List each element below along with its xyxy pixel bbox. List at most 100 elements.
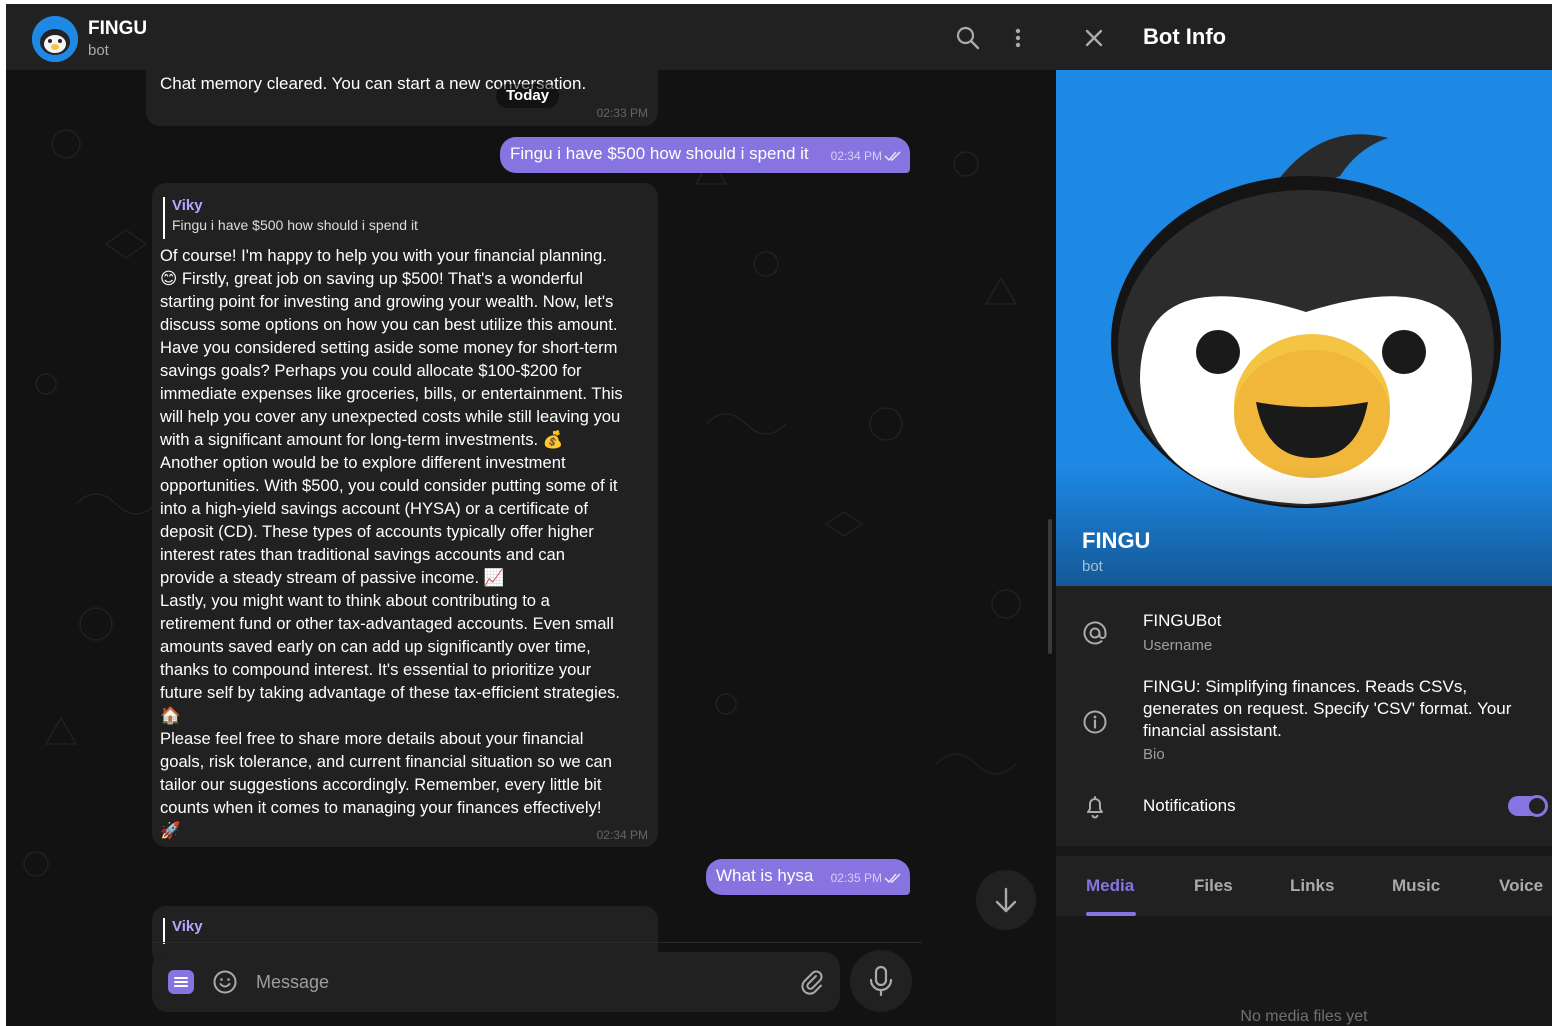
microphone-icon: [869, 965, 893, 997]
message-line: with a significant amount for long-term …: [160, 430, 564, 449]
message-text: Fingu i have $500 how should i spend it: [510, 144, 809, 163]
message-line: interest rates than traditional savings …: [160, 545, 565, 564]
bio-line: generates on request. Specify 'CSV' form…: [1143, 699, 1512, 718]
message-line: tailor our suggestions accordingly. Reme…: [160, 775, 602, 794]
info-panel-title: Bot Info: [1143, 24, 1227, 49]
message-bubble-outgoing[interactable]: What is hysa 02:35 PM: [706, 859, 910, 895]
reply-preview-text: Fingu i have $500 how should i spend it: [172, 217, 418, 233]
bot-name: FINGU: [1082, 528, 1151, 553]
message-time: 02:33 PM: [596, 106, 648, 120]
chat-subtitle: bot: [88, 42, 109, 59]
message-line: savings goals? Perhaps you could allocat…: [160, 361, 582, 380]
message-line: Another option would be to explore diffe…: [160, 453, 566, 472]
tab-files[interactable]: Files: [1194, 876, 1233, 896]
message-line: deposit (CD). These types of accounts ty…: [160, 522, 594, 541]
username-value[interactable]: FINGUBot: [1143, 610, 1221, 632]
message-composer: [152, 952, 840, 1012]
date-pill: Today: [496, 84, 560, 108]
message-line: Lastly, you might want to think about co…: [160, 591, 550, 610]
username-label: Username: [1143, 637, 1213, 654]
penguin-icon: [32, 16, 78, 62]
message-line: counts when it comes to managing your fi…: [160, 798, 602, 817]
message-line: thanks to compound interest. It's essent…: [160, 660, 592, 679]
message-line: immediate expenses like groceries, bills…: [160, 384, 623, 403]
hero-gradient: [1056, 466, 1552, 586]
double-check-icon: [884, 151, 901, 162]
bio-line: financial assistant.: [1143, 721, 1282, 740]
message-time: 02:35 PM: [830, 871, 882, 885]
tab-music[interactable]: Music: [1392, 876, 1440, 896]
search-icon: [956, 26, 980, 50]
reply-sender-name: Viky: [172, 918, 203, 935]
chat-scrollbar[interactable]: [1048, 519, 1052, 654]
bio-text[interactable]: FINGU: Simplifying finances. Reads CSVs,…: [1143, 676, 1543, 742]
voice-message-button[interactable]: [850, 950, 912, 1012]
profile-photo[interactable]: FINGU bot: [1056, 70, 1552, 586]
message-bubble-incoming[interactable]: Chat memory cleared. You can start a new…: [146, 64, 658, 126]
message-meta: 02:35 PM: [831, 871, 902, 885]
message-body: Of course! I'm happy to help you with yo…: [160, 244, 655, 842]
message-line: Have you considered setting aside some m…: [160, 338, 618, 357]
double-check-icon: [884, 873, 901, 884]
bot-menu-button[interactable]: [168, 970, 194, 994]
info-list: FINGUBot Username FINGU: Simplifying fin…: [1056, 586, 1552, 846]
message-line: opportunities. With $500, you could cons…: [160, 476, 618, 495]
bio-line: FINGU: Simplifying finances. Reads CSVs,: [1143, 677, 1468, 696]
message-line: starting point for investing and growing…: [160, 292, 614, 311]
bot-menu-icon: [174, 977, 188, 987]
at-sign-icon: [1082, 620, 1108, 646]
paperclip-icon: [801, 970, 823, 995]
message-input[interactable]: [256, 966, 776, 998]
more-options-button[interactable]: [1006, 24, 1030, 52]
media-content-area: No media files yet: [1056, 916, 1552, 1026]
bot-subtitle: bot: [1082, 558, 1103, 575]
emoji-button[interactable]: [212, 969, 238, 995]
attach-button[interactable]: [800, 969, 824, 995]
tab-media[interactable]: Media: [1086, 876, 1134, 896]
scroll-to-bottom-button[interactable]: [976, 870, 1036, 930]
shared-media-tabs: Media Files Links Music Voice: [1056, 856, 1552, 916]
reply-quote[interactable]: Viky Fingu i have $500 how should i spen…: [163, 197, 418, 239]
bot-info-panel: Bot Info FINGU bot FINGUBot Username FIN…: [1056, 4, 1552, 1026]
message-meta: 02:34 PM: [831, 149, 902, 163]
telegram-window: FINGU bot Chat memory cleared. You can s…: [6, 4, 1552, 1026]
reply-sender-name: Viky: [172, 197, 203, 214]
message-line: into a high-yield savings account (HYSA)…: [160, 499, 588, 518]
composer-divider: [152, 942, 922, 943]
close-button[interactable]: [1082, 26, 1106, 50]
message-line: 🏠: [160, 706, 181, 725]
info-header: Bot Info: [1056, 4, 1552, 70]
chat-column: FINGU bot Chat memory cleared. You can s…: [6, 4, 1056, 1026]
chat-header: FINGU bot: [6, 4, 1056, 70]
notifications-label: Notifications: [1143, 796, 1236, 815]
message-bubble-incoming[interactable]: Viky Fingu i have $500 how should i spen…: [152, 183, 658, 847]
message-text: What is hysa: [716, 866, 814, 885]
message-line: Please feel free to share more details a…: [160, 729, 584, 748]
chat-title[interactable]: FINGU: [88, 18, 147, 40]
message-line: 😊 Firstly, great job on saving up $500! …: [160, 269, 583, 288]
info-icon: [1082, 709, 1108, 735]
search-button[interactable]: [954, 24, 982, 52]
notifications-toggle[interactable]: [1508, 795, 1548, 817]
message-time: 02:34 PM: [830, 149, 882, 163]
message-line: future self by taking advantage of these…: [160, 683, 620, 702]
message-line: discuss some options on how you can best…: [160, 315, 618, 334]
message-line: goals, risk tolerance, and current finan…: [160, 752, 612, 771]
arrow-down-icon: [995, 887, 1017, 913]
message-time: 02:34 PM: [596, 828, 648, 842]
smiley-icon: [213, 970, 237, 994]
message-line: 🚀: [160, 821, 181, 840]
message-bubble-outgoing[interactable]: Fingu i have $500 how should i spend it …: [500, 137, 910, 173]
message-line: will help you cover any unexpected costs…: [160, 407, 621, 426]
tab-links[interactable]: Links: [1290, 876, 1334, 896]
bot-avatar[interactable]: [32, 16, 78, 62]
close-icon: [1085, 29, 1103, 47]
more-vertical-icon: [1015, 28, 1021, 48]
reply-quote[interactable]: Viky: [163, 918, 203, 944]
tab-voice[interactable]: Voice: [1499, 876, 1543, 896]
message-line: retirement fund or other tax-advantaged …: [160, 614, 614, 633]
bell-icon: [1082, 794, 1108, 820]
message-line: provide a steady stream of passive incom…: [160, 568, 505, 587]
toggle-knob: [1526, 795, 1548, 817]
empty-media-message: No media files yet: [1240, 1008, 1368, 1025]
